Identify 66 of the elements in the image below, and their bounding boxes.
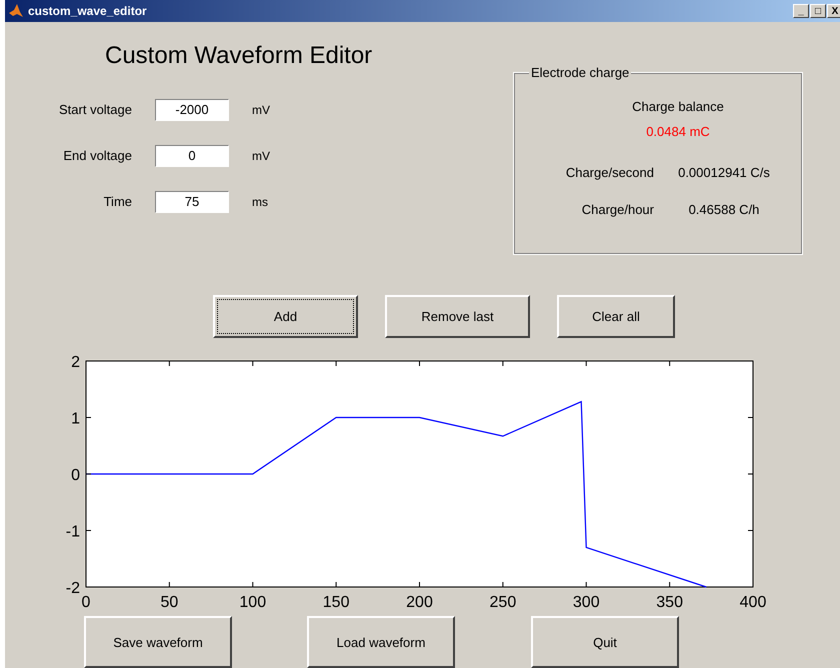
x-tick bbox=[168, 360, 170, 366]
unit-label: mV bbox=[252, 148, 270, 162]
input-field[interactable]: -2000 bbox=[155, 98, 229, 120]
editor-heading: Custom Waveform Editor bbox=[105, 42, 374, 70]
y-tick-label: 1 bbox=[71, 410, 80, 428]
y-tick bbox=[86, 530, 92, 531]
y-tick-label: 2 bbox=[71, 354, 80, 371]
y-tick-label: -2 bbox=[66, 580, 80, 597]
action-button[interactable]: Remove last bbox=[385, 295, 530, 338]
x-tick bbox=[336, 360, 337, 366]
logo-icon bbox=[8, 3, 24, 19]
window-title: custom_wave_editor bbox=[28, 4, 148, 18]
balance-label: Charge balance bbox=[631, 99, 725, 114]
y-tick bbox=[748, 360, 754, 362]
x-tick bbox=[752, 360, 754, 366]
file-button[interactable]: Load waveform bbox=[307, 616, 455, 668]
x-tick bbox=[669, 360, 670, 366]
field-label: Start voltage bbox=[58, 102, 133, 117]
x-tick bbox=[252, 360, 254, 366]
x-tick-label: 350 bbox=[656, 594, 683, 611]
x-tick-label: 50 bbox=[160, 594, 178, 611]
x-tick bbox=[419, 582, 420, 588]
x-tick bbox=[168, 582, 170, 588]
unit-label: mV bbox=[252, 102, 270, 116]
charge-value: 0.00012941 C/s bbox=[677, 165, 771, 180]
y-tick-label: 0 bbox=[71, 467, 80, 484]
x-tick bbox=[252, 582, 254, 588]
x-tick-label: 300 bbox=[572, 594, 600, 611]
x-tick bbox=[419, 360, 420, 366]
x-tick-label: 250 bbox=[490, 594, 516, 611]
action-button[interactable]: Clear all bbox=[557, 295, 675, 338]
x-tick-label: 200 bbox=[406, 594, 433, 611]
field-label: End voltage bbox=[62, 148, 133, 163]
x-tick bbox=[502, 360, 504, 366]
x-tick bbox=[586, 360, 587, 366]
y-tick bbox=[748, 586, 754, 588]
y-tick bbox=[748, 530, 754, 531]
panel-title: Electrode charge bbox=[529, 65, 632, 80]
x-tick-label: 100 bbox=[239, 594, 266, 611]
x-tick-label: 400 bbox=[740, 594, 766, 611]
x-tick bbox=[336, 582, 337, 588]
file-button[interactable]: Quit bbox=[531, 616, 679, 668]
charge-label: Charge/hour bbox=[580, 202, 654, 217]
close-icon[interactable]: X bbox=[827, 4, 840, 18]
charge-value: 0.46588 C/h bbox=[688, 202, 760, 217]
input-field[interactable]: 0 bbox=[155, 144, 229, 166]
y-tick bbox=[748, 417, 754, 418]
minimize-icon[interactable]: _ bbox=[793, 4, 809, 18]
x-tick bbox=[586, 582, 587, 588]
y-tick bbox=[86, 417, 92, 418]
y-tick bbox=[86, 360, 92, 362]
x-tick bbox=[669, 582, 670, 588]
x-tick-label: 150 bbox=[322, 594, 350, 611]
y-tick bbox=[86, 586, 92, 588]
action-button[interactable]: Add bbox=[213, 295, 358, 338]
y-tick-label: -1 bbox=[66, 524, 80, 540]
x-tick bbox=[502, 582, 504, 588]
charge-label: Charge/second bbox=[564, 165, 654, 180]
file-button[interactable]: Save waveform bbox=[84, 616, 232, 668]
x-tick-label: 0 bbox=[82, 594, 90, 611]
field-label: Time bbox=[102, 194, 133, 209]
unit-label: ms bbox=[252, 194, 268, 208]
x-tick bbox=[752, 582, 754, 588]
balance-value: 0.0484 mC bbox=[645, 124, 711, 139]
input-field[interactable]: 75 bbox=[155, 190, 229, 212]
maximize-icon[interactable]: □ bbox=[810, 4, 826, 18]
